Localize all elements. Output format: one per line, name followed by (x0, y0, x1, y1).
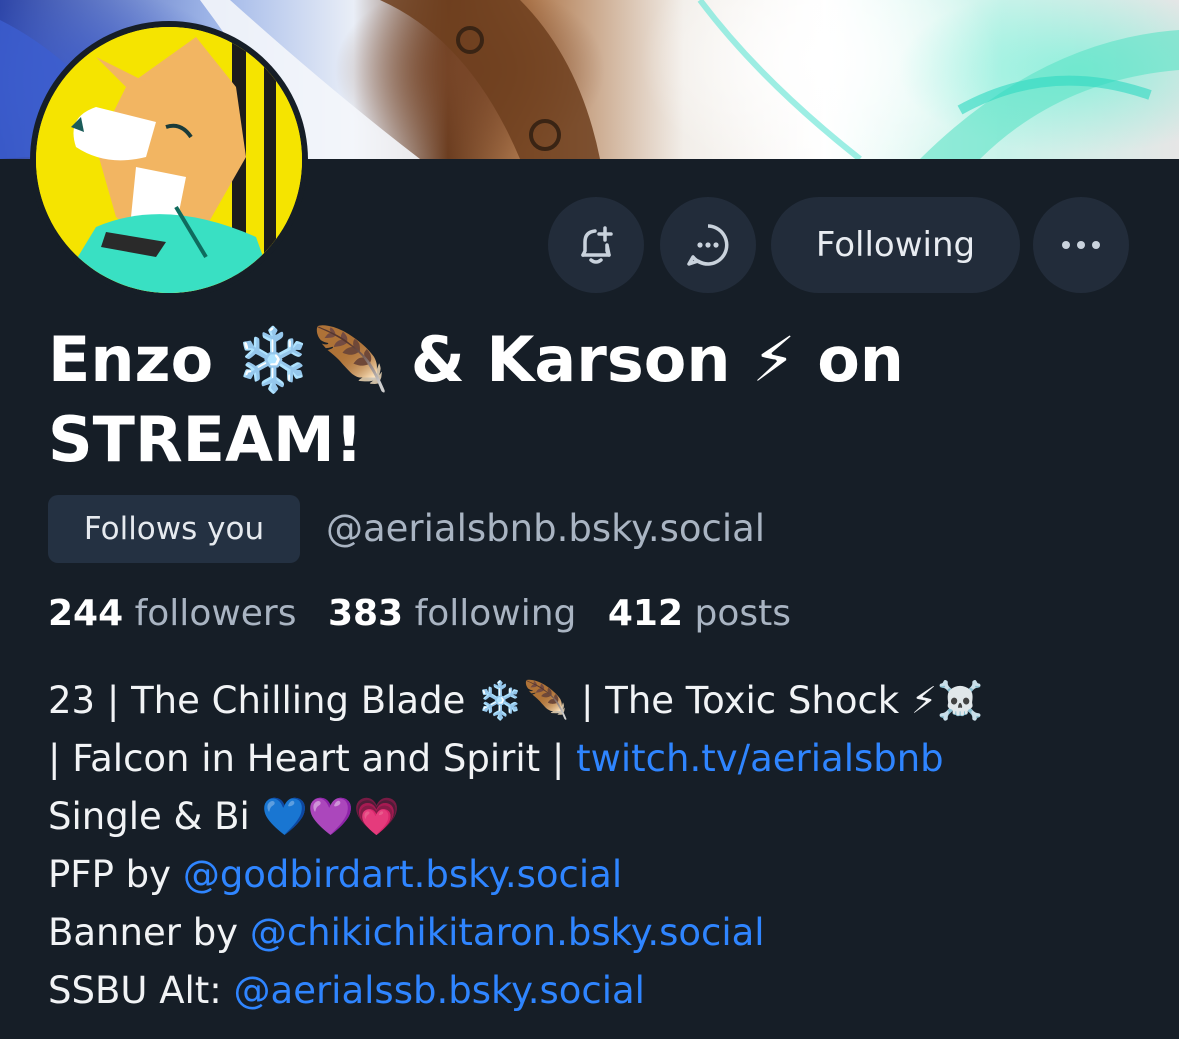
follows-you-label: Follows you (83, 511, 265, 547)
bio-line-5: Banner by @chikichikitaron.bsky.social (48, 904, 1158, 962)
bio-line-2-text: | Falcon in Heart and Spirit | (48, 737, 577, 780)
followers-label: followers (134, 593, 297, 634)
followers-stat[interactable]: 244 followers (48, 593, 297, 634)
following-label: following (414, 593, 577, 634)
followers-count: 244 (48, 593, 124, 634)
bio-line-6-text: SSBU Alt: (48, 969, 234, 1012)
display-name: Enzo ❄️🪶 & Karson ⚡ on STREAM! (48, 320, 1148, 480)
alt-account-link[interactable]: @aerialssb.bsky.social (234, 969, 645, 1012)
profile-handle: @aerialsbnb.bsky.social (326, 507, 766, 550)
bio-line-4: PFP by @godbirdart.bsky.social (48, 846, 1158, 904)
following-stat[interactable]: 383 following (328, 593, 576, 634)
bio-line-5-text: Banner by (48, 911, 250, 954)
bio-line-2: | Falcon in Heart and Spirit | twitch.tv… (48, 730, 1158, 788)
avatar-image (36, 27, 302, 293)
bell-plus-icon (581, 226, 613, 264)
posts-stat: 412 posts (608, 593, 791, 634)
bio-line-3: Single & Bi 💙💜💗 (48, 795, 400, 838)
display-name-line-1: Enzo ❄️🪶 & Karson ⚡ on (48, 323, 904, 396)
following-count: 383 (327, 593, 404, 634)
more-options-button[interactable] (1033, 197, 1129, 293)
display-name-line-2: STREAM! (48, 403, 363, 476)
bio-line-4-text: PFP by (48, 853, 183, 896)
bio-line-6: SSBU Alt: @aerialssb.bsky.social (48, 962, 1158, 1020)
follows-you-badge: Follows you (48, 495, 300, 563)
profile-stats: 244 followers 383 following 412 posts (48, 590, 791, 638)
following-button-label: Following (815, 225, 976, 265)
banner-artist-link[interactable]: @chikichikitaron.bsky.social (250, 911, 765, 954)
ellipsis-icon (1062, 241, 1100, 249)
profile-avatar[interactable] (30, 21, 308, 299)
chat-bubble-icon (687, 224, 729, 266)
message-button[interactable] (660, 197, 756, 293)
twitch-link[interactable]: twitch.tv/aerialsbnb (576, 737, 944, 780)
profile-bio: 23 | The Chilling Blade ❄️🪶 | The Toxic … (48, 672, 1158, 1020)
subscribe-button[interactable] (548, 197, 644, 293)
pfp-artist-link[interactable]: @godbirdart.bsky.social (183, 853, 622, 896)
posts-count: 412 (607, 593, 684, 634)
posts-label: posts (694, 593, 791, 634)
following-button[interactable]: Following (771, 197, 1020, 293)
bio-line-1: 23 | The Chilling Blade ❄️🪶 | The Toxic … (48, 679, 984, 722)
